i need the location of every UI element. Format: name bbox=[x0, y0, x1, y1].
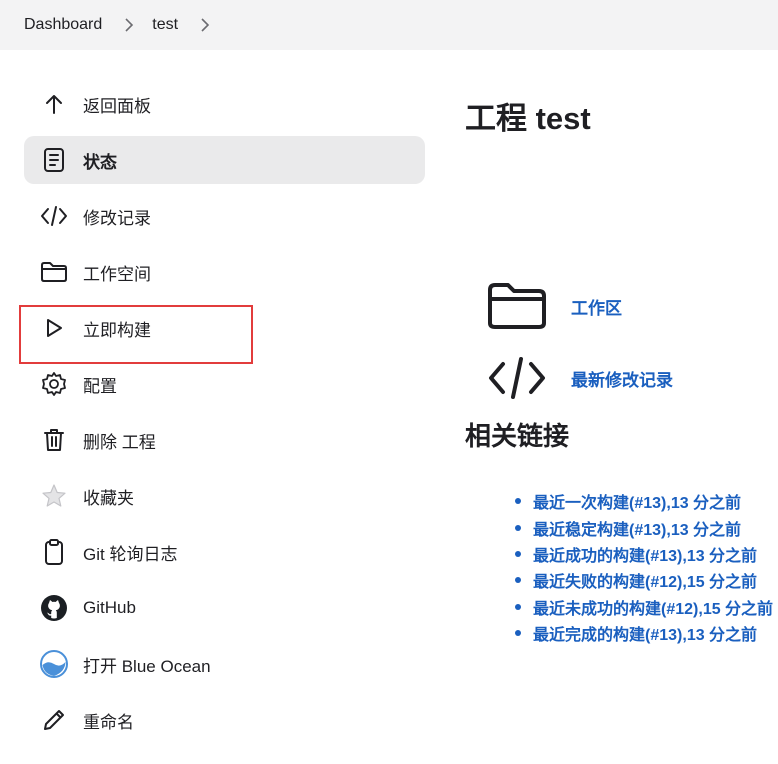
blue-ocean-icon bbox=[40, 650, 68, 678]
sidebar: 返回面板 状态 修改记录 工作空间 立即构建 配置 删除 工程 收藏夹 Git … bbox=[24, 80, 425, 752]
sidebar-item-label: 重命名 bbox=[83, 712, 134, 732]
bullet-icon bbox=[515, 630, 521, 637]
list-item: 最近一次构建(#13),13 分之前 bbox=[515, 488, 773, 514]
list-item: 最近未成功的构建(#12),15 分之前 bbox=[515, 594, 773, 620]
breadcrumb: Dashboard test bbox=[0, 0, 778, 50]
bullet-icon bbox=[515, 603, 521, 610]
permalink-last-unsuccessful-build[interactable]: 最近未成功的构建(#12),15 分之前 bbox=[533, 595, 773, 619]
list-item: 最近稳定构建(#13),13 分之前 bbox=[515, 514, 773, 540]
sidebar-item-status[interactable]: 状态 bbox=[24, 136, 425, 184]
trash-icon bbox=[40, 426, 68, 454]
sidebar-item-label: Git 轮询日志 bbox=[83, 544, 178, 564]
bullet-icon bbox=[515, 577, 521, 584]
highlight-box bbox=[19, 305, 253, 364]
breadcrumb-dashboard[interactable]: Dashboard bbox=[24, 16, 102, 34]
sidebar-item-open-blue-ocean[interactable]: 打开 Blue Ocean bbox=[24, 640, 425, 688]
sidebar-item-configure[interactable]: 配置 bbox=[24, 360, 425, 408]
sidebar-item-label: 状态 bbox=[83, 152, 117, 172]
code-icon bbox=[40, 202, 68, 230]
sidebar-item-github[interactable]: GitHub bbox=[24, 584, 425, 632]
folder-icon bbox=[40, 258, 68, 286]
sidebar-item-back-to-dashboard[interactable]: 返回面板 bbox=[24, 80, 425, 128]
sidebar-item-label: 打开 Blue Ocean bbox=[83, 656, 211, 676]
permalink-last-completed-build[interactable]: 最近完成的构建(#13),13 分之前 bbox=[533, 621, 757, 645]
arrow-up-icon bbox=[40, 90, 68, 118]
permalink-last-successful-build[interactable]: 最近成功的构建(#13),13 分之前 bbox=[533, 542, 757, 566]
bullet-icon bbox=[515, 550, 521, 557]
sidebar-item-label: 删除 工程 bbox=[83, 432, 156, 452]
pencil-icon bbox=[40, 706, 68, 734]
permalink-last-failed-build[interactable]: 最近失败的构建(#12),15 分之前 bbox=[533, 568, 757, 592]
sidebar-item-label: 工作空间 bbox=[83, 264, 151, 284]
permalinks-title: 相关链接 bbox=[465, 421, 570, 451]
page-title: 工程 test bbox=[465, 101, 591, 136]
list-item: 最近完成的构建(#13),13 分之前 bbox=[515, 620, 773, 646]
sidebar-item-delete-project[interactable]: 删除 工程 bbox=[24, 416, 425, 464]
chevron-right-icon[interactable] bbox=[200, 18, 210, 32]
github-icon bbox=[40, 594, 68, 622]
permalink-last-build[interactable]: 最近一次构建(#13),13 分之前 bbox=[533, 489, 741, 513]
workspace-link-row: 工作区 bbox=[485, 278, 622, 334]
list-item: 最近成功的构建(#13),13 分之前 bbox=[515, 541, 773, 567]
clipboard-icon bbox=[40, 538, 68, 566]
gear-icon bbox=[40, 370, 68, 398]
sidebar-item-label: 返回面板 bbox=[83, 96, 151, 116]
code-icon bbox=[485, 350, 549, 406]
folder-icon bbox=[485, 278, 549, 334]
sidebar-item-changes[interactable]: 修改记录 bbox=[24, 192, 425, 240]
permalink-last-stable-build[interactable]: 最近稳定构建(#13),13 分之前 bbox=[533, 516, 741, 540]
document-icon bbox=[40, 146, 68, 174]
star-icon bbox=[40, 482, 68, 510]
recent-changes-link[interactable]: 最新修改记录 bbox=[571, 366, 673, 391]
changes-link-row: 最新修改记录 bbox=[485, 350, 673, 406]
chevron-right-icon bbox=[124, 18, 134, 32]
bullet-icon bbox=[515, 524, 521, 531]
permalinks-list: 最近一次构建(#13),13 分之前 最近稳定构建(#13),13 分之前 最近… bbox=[515, 488, 773, 646]
sidebar-item-label: GitHub bbox=[83, 598, 136, 617]
list-item: 最近失败的构建(#12),15 分之前 bbox=[515, 567, 773, 593]
workspace-link[interactable]: 工作区 bbox=[571, 294, 622, 319]
sidebar-item-rename[interactable]: 重命名 bbox=[24, 696, 425, 744]
sidebar-item-label: 修改记录 bbox=[83, 208, 151, 228]
sidebar-item-workspace[interactable]: 工作空间 bbox=[24, 248, 425, 296]
sidebar-item-favorite[interactable]: 收藏夹 bbox=[24, 472, 425, 520]
sidebar-item-git-polling-log[interactable]: Git 轮询日志 bbox=[24, 528, 425, 576]
breadcrumb-test[interactable]: test bbox=[152, 16, 178, 34]
sidebar-item-label: 收藏夹 bbox=[83, 488, 134, 508]
bullet-icon bbox=[515, 498, 521, 505]
sidebar-item-label: 配置 bbox=[83, 376, 117, 396]
